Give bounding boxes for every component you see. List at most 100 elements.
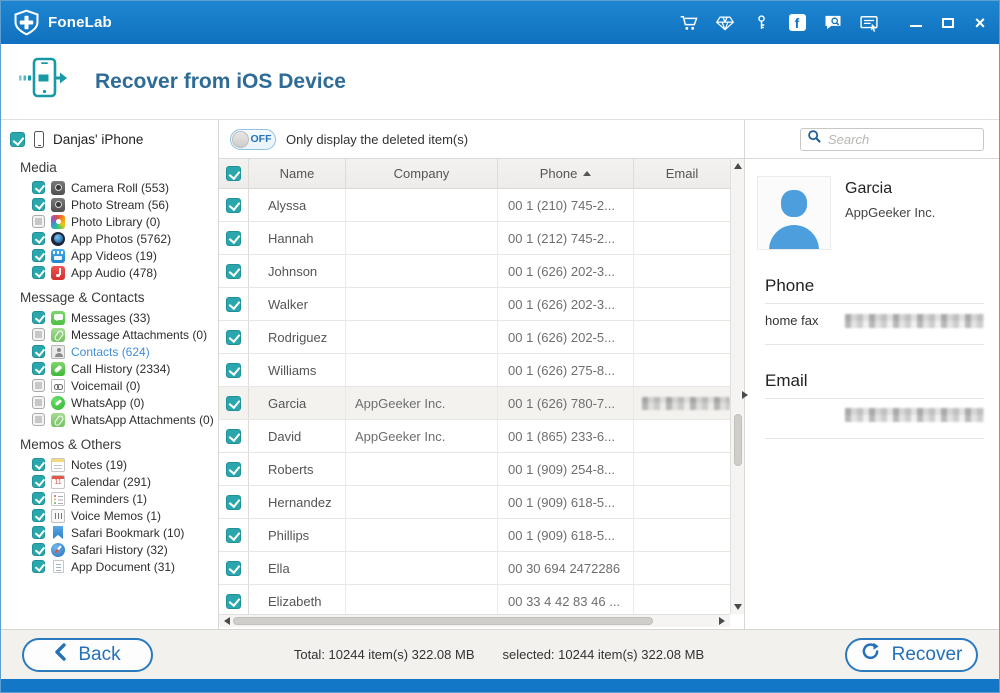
feedback-icon[interactable]: [859, 13, 879, 33]
column-header-email[interactable]: Email: [634, 159, 730, 188]
sidebar-item-safari-bookmark-10[interactable]: Safari Bookmark (10): [1, 524, 218, 541]
column-header-phone[interactable]: Phone: [498, 159, 634, 188]
sidebar-item-app-audio-478[interactable]: App Audio (478): [1, 264, 218, 281]
recover-button[interactable]: Recover: [845, 638, 978, 672]
table-row-hernandez[interactable]: Hernandez00 1 (909) 618-5...: [219, 486, 730, 519]
row-checkbox[interactable]: [226, 297, 241, 312]
checkbox[interactable]: [32, 509, 45, 522]
facebook-icon[interactable]: f: [787, 13, 807, 33]
row-checkbox[interactable]: [226, 561, 241, 576]
checkbox[interactable]: [32, 413, 45, 426]
row-checkbox[interactable]: [226, 528, 241, 543]
table-row-david[interactable]: DavidAppGeeker Inc.00 1 (865) 233-6...: [219, 420, 730, 453]
table-row-hannah[interactable]: Hannah00 1 (212) 745-2...: [219, 222, 730, 255]
sidebar-item-photo-library-0[interactable]: Photo Library (0): [1, 213, 218, 230]
search-input[interactable]: [828, 132, 977, 147]
horizontal-scroll-thumb[interactable]: [233, 617, 653, 625]
sidebar-item-reminders-1[interactable]: Reminders (1): [1, 490, 218, 507]
row-checkbox[interactable]: [226, 495, 241, 510]
row-checkbox[interactable]: [226, 330, 241, 345]
table-row-johnson[interactable]: Johnson00 1 (626) 202-3...: [219, 255, 730, 288]
checkbox[interactable]: [32, 232, 45, 245]
chat-support-icon[interactable]: [823, 13, 843, 33]
checkbox[interactable]: [32, 475, 45, 488]
row-checkbox[interactable]: [226, 264, 241, 279]
sidebar-item-notes-19[interactable]: Notes (19): [1, 456, 218, 473]
panel-collapse-handle[interactable]: [742, 391, 748, 399]
table-row-williams[interactable]: Williams00 1 (626) 275-8...: [219, 354, 730, 387]
row-checkbox[interactable]: [226, 462, 241, 477]
select-all-checkbox[interactable]: [226, 166, 241, 181]
checkbox[interactable]: [32, 396, 45, 409]
checkbox[interactable]: [32, 362, 45, 375]
row-checkbox[interactable]: [226, 396, 241, 411]
sidebar-item-safari-history-32[interactable]: Safari History (32): [1, 541, 218, 558]
sidebar-item-label: Voicemail (0): [71, 379, 140, 393]
sidebar-item-voicemail-0[interactable]: Voicemail (0): [1, 377, 218, 394]
scroll-up-arrow-icon[interactable]: [734, 163, 742, 169]
key-icon[interactable]: [751, 13, 771, 33]
sidebar-item-app-document-31[interactable]: App Document (31): [1, 558, 218, 575]
sidebar-item-calendar-291[interactable]: Calendar (291): [1, 473, 218, 490]
close-button[interactable]: ×: [973, 16, 987, 30]
sidebar-item-app-videos-19[interactable]: App Videos (19): [1, 247, 218, 264]
table-row-alyssa[interactable]: Alyssa00 1 (210) 745-2...: [219, 189, 730, 222]
sidebar-item-app-photos-5762[interactable]: App Photos (5762): [1, 230, 218, 247]
row-checkbox[interactable]: [226, 198, 241, 213]
table-row-rodriguez[interactable]: Rodriguez00 1 (626) 202-5...: [219, 321, 730, 354]
minimize-button[interactable]: [909, 16, 923, 30]
table-row-garcia[interactable]: GarciaAppGeeker Inc.00 1 (626) 780-7...: [219, 387, 730, 420]
checkbox[interactable]: [32, 328, 45, 341]
table-row-phillips[interactable]: Phillips00 1 (909) 618-5...: [219, 519, 730, 552]
table-row-walker[interactable]: Walker00 1 (626) 202-3...: [219, 288, 730, 321]
device-checkbox[interactable]: [10, 132, 25, 147]
sidebar-item-voice-memos-1[interactable]: Voice Memos (1): [1, 507, 218, 524]
checkbox[interactable]: [32, 458, 45, 471]
table-row-elizabeth[interactable]: Elizabeth00 33 4 42 83 46 ...: [219, 585, 730, 614]
sidebar-item-call-history-2334[interactable]: Call History (2334): [1, 360, 218, 377]
sidebar-item-message-attachments-0[interactable]: Message Attachments (0): [1, 326, 218, 343]
checkbox[interactable]: [32, 526, 45, 539]
table-vertical-scrollbar[interactable]: [730, 159, 744, 614]
checkbox[interactable]: [32, 379, 45, 392]
checkbox[interactable]: [32, 345, 45, 358]
checkbox[interactable]: [32, 492, 45, 505]
checkbox[interactable]: [32, 198, 45, 211]
row-checkbox[interactable]: [226, 231, 241, 246]
sidebar-item-whatsapp-0[interactable]: WhatsApp (0): [1, 394, 218, 411]
row-checkbox[interactable]: [226, 594, 241, 609]
checkbox[interactable]: [32, 181, 45, 194]
cell-company: [346, 288, 498, 320]
checkbox[interactable]: [32, 543, 45, 556]
back-button[interactable]: Back: [22, 638, 153, 672]
column-header-name[interactable]: Name: [249, 159, 346, 188]
vertical-scroll-thumb[interactable]: [734, 414, 742, 466]
scroll-left-arrow-icon[interactable]: [224, 617, 230, 625]
sidebar-item-contacts-624[interactable]: Contacts (624): [1, 343, 218, 360]
maximize-button[interactable]: [941, 16, 955, 30]
checkbox[interactable]: [32, 215, 45, 228]
checkbox[interactable]: [32, 311, 45, 324]
sidebar-item-whatsapp-attachments-0[interactable]: WhatsApp Attachments (0): [1, 411, 218, 428]
search-box[interactable]: [800, 128, 984, 151]
scroll-right-arrow-icon[interactable]: [719, 617, 725, 625]
checkbox[interactable]: [32, 249, 45, 262]
column-header-company[interactable]: Company: [346, 159, 498, 188]
sidebar-item-camera-roll-553[interactable]: Camera Roll (553): [1, 179, 218, 196]
cart-icon[interactable]: [679, 13, 699, 33]
sidebar-item-messages-33[interactable]: Messages (33): [1, 309, 218, 326]
sidebar-item-photo-stream-56[interactable]: Photo Stream (56): [1, 196, 218, 213]
table-horizontal-scrollbar[interactable]: [219, 614, 730, 627]
row-checkbox[interactable]: [226, 429, 241, 444]
checkbox[interactable]: [32, 560, 45, 573]
scroll-down-arrow-icon[interactable]: [734, 604, 742, 610]
diamond-icon[interactable]: [715, 13, 735, 33]
deleted-only-toggle[interactable]: OFF: [230, 129, 276, 150]
row-checkbox[interactable]: [226, 363, 241, 378]
cell-phone: 00 33 4 42 83 46 ...: [498, 585, 634, 614]
calendar-icon: [51, 475, 65, 489]
table-row-roberts[interactable]: Roberts00 1 (909) 254-8...: [219, 453, 730, 486]
table-row-ella[interactable]: Ella00 30 694 2472286: [219, 552, 730, 585]
checkbox[interactable]: [32, 266, 45, 279]
sidebar-device-row[interactable]: Danjas' iPhone: [1, 128, 218, 151]
